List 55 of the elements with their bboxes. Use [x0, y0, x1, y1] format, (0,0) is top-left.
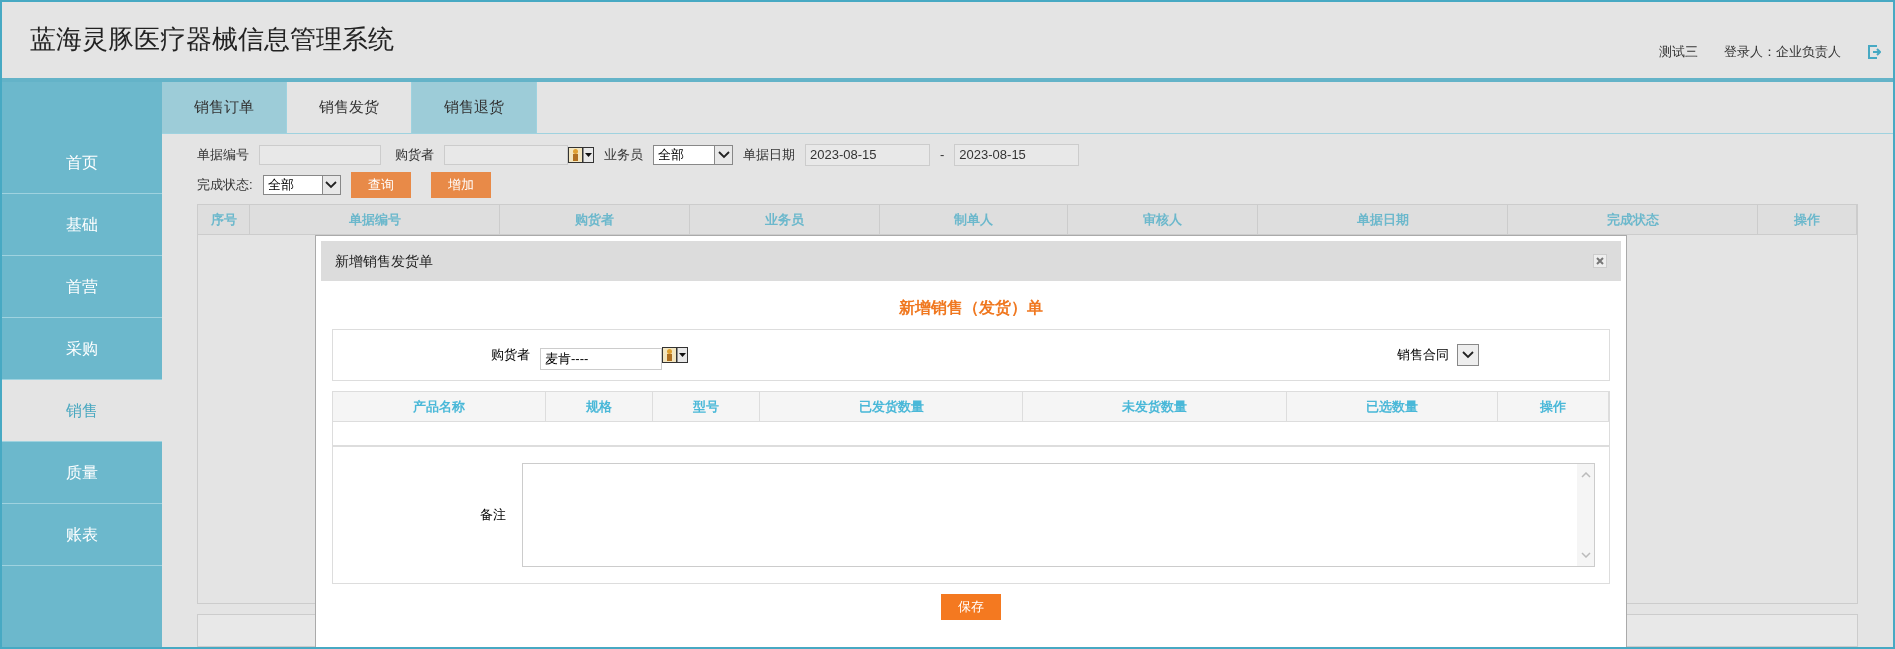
chevron-down-icon — [325, 181, 338, 189]
tab[interactable]: 销售订单 — [162, 82, 287, 133]
dialog-buyer-label: 购货者 — [491, 346, 530, 365]
column-header: 规格 — [546, 392, 653, 421]
column-header: 完成状态 — [1508, 205, 1758, 234]
user-name: 测试三 — [1659, 43, 1698, 61]
column-header: 单据日期 — [1258, 205, 1508, 234]
logout-icon[interactable] — [1867, 44, 1881, 59]
column-header: 未发货数量 — [1023, 392, 1287, 421]
date-label: 单据日期 — [743, 146, 795, 165]
column-header: 操作 — [1498, 392, 1609, 421]
save-button[interactable]: 保存 — [941, 594, 1001, 620]
column-header: 产品名称 — [333, 392, 546, 421]
column-header: 已选数量 — [1287, 392, 1498, 421]
remark-label: 备注 — [479, 506, 506, 525]
salesman-select[interactable]: 全部 — [653, 145, 733, 165]
tab[interactable]: 销售退货 — [412, 82, 537, 133]
column-header: 序号 — [198, 205, 250, 234]
doc-number-label: 单据编号 — [197, 146, 249, 165]
dialog-buyer-field[interactable]: 麦肯---- — [540, 348, 662, 370]
column-header: 制单人 — [880, 205, 1068, 234]
scroll-down-icon[interactable] — [1580, 552, 1591, 558]
person-picker-icon[interactable] — [662, 347, 688, 363]
sidebar-item[interactable]: 销售 — [2, 380, 162, 442]
column-header: 操作 — [1758, 205, 1857, 234]
column-header: 业务员 — [690, 205, 880, 234]
buyer-label: 购货者 — [395, 146, 434, 165]
contract-select[interactable] — [1457, 344, 1479, 366]
date-from-field[interactable]: 2023-08-15 — [805, 144, 930, 166]
contract-label: 销售合同 — [1397, 346, 1449, 365]
remark-textarea[interactable] — [522, 463, 1595, 567]
doc-number-field[interactable] — [259, 145, 381, 165]
column-header: 型号 — [653, 392, 760, 421]
status-label: 完成状态: — [197, 176, 253, 195]
salesman-label: 业务员 — [604, 146, 643, 165]
query-button[interactable]: 查询 — [350, 172, 411, 198]
form-heading: 新增销售（发货）单 — [898, 298, 1044, 319]
chevron-down-icon — [1462, 351, 1474, 359]
status-select[interactable]: 全部 — [262, 175, 341, 195]
dialog-title: 新增销售发货单 — [335, 251, 433, 271]
login-info: 登录人：企业负责人 — [1724, 43, 1841, 61]
column-header: 审核人 — [1068, 205, 1258, 234]
scrollbar[interactable] — [1577, 464, 1594, 566]
column-header: 单据编号 — [250, 205, 500, 234]
buyer-field[interactable] — [444, 145, 568, 165]
chevron-down-icon — [717, 151, 730, 159]
close-icon[interactable] — [1593, 254, 1607, 268]
column-header: 已发货数量 — [760, 392, 1023, 421]
app-title: 蓝海灵豚医疗器械信息管理系统 — [30, 23, 394, 56]
date-separator: - — [940, 146, 945, 165]
add-button[interactable]: 增加 — [430, 172, 491, 198]
column-header: 购货者 — [500, 205, 690, 234]
scroll-up-icon[interactable] — [1580, 472, 1591, 478]
person-picker-icon[interactable] — [568, 147, 594, 163]
date-to-field[interactable]: 2023-08-15 — [954, 144, 1080, 166]
